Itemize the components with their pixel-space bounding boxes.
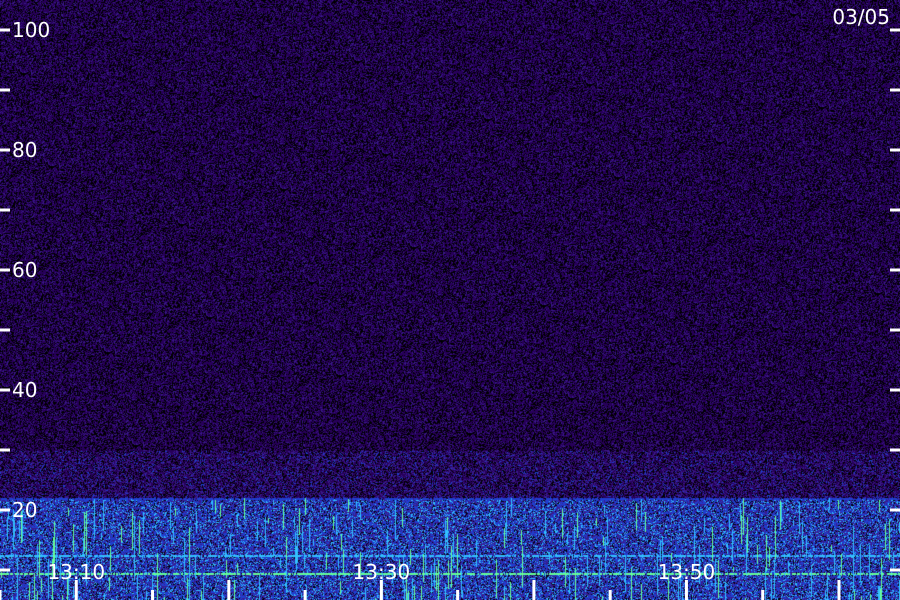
y-tick-label: 40 (12, 378, 37, 402)
x-tick-label: 13:30 (353, 560, 411, 584)
y-tick-label: 60 (12, 258, 37, 282)
y-tick-label: 100 (12, 18, 50, 42)
x-axis: 13:10 13:30 13:50 (0, 560, 841, 600)
y-tick-label: 80 (12, 138, 37, 162)
y-axis: 100 80 60 40 20 (0, 18, 900, 572)
y-tick-label: 20 (12, 498, 37, 522)
axis-overlay: 100 80 60 40 20 13:10 13:30 13:50 03/05 (0, 5, 900, 600)
date-label: 03/05 (832, 5, 890, 29)
x-tick-label: 13:50 (658, 560, 716, 584)
x-tick-label: 13:10 (47, 560, 105, 584)
